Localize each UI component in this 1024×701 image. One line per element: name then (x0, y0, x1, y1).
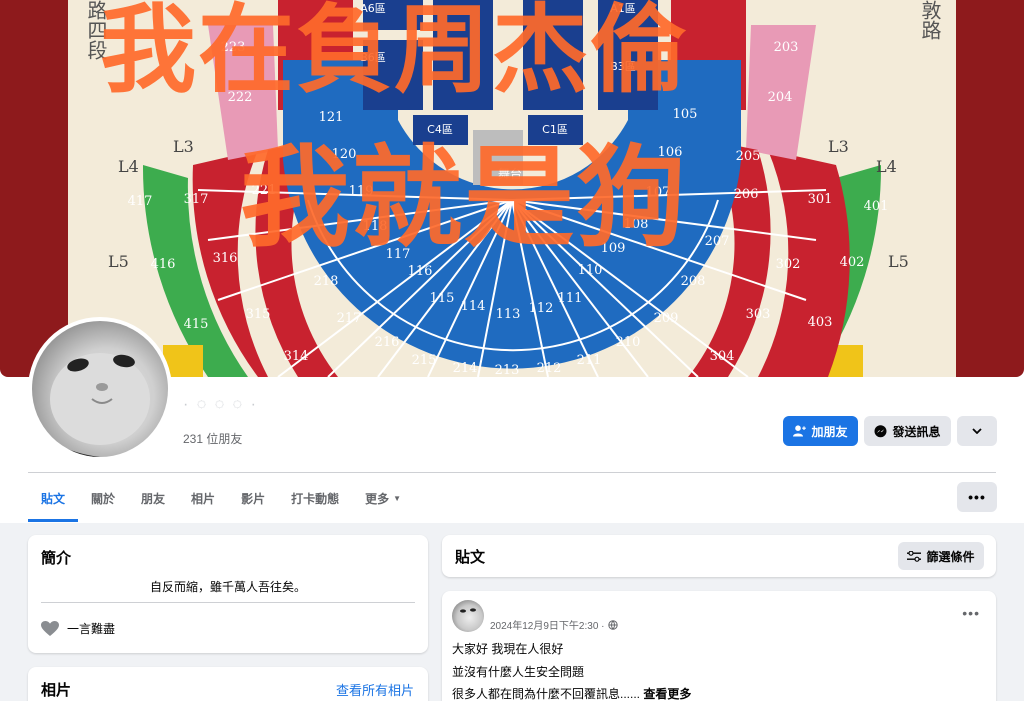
tab-more-label: 更多 (365, 491, 390, 506)
svg-text:315: 315 (246, 307, 271, 322)
relationship-status: 一言難盡 (67, 622, 116, 636)
caret-down-icon: ▼ (393, 493, 402, 503)
svg-text:416: 416 (151, 257, 176, 272)
intro-card: 簡介 自反而縮，雖千萬人吾往矣。 一言難盡 (28, 535, 428, 653)
intro-bio: 自反而縮，雖千萬人吾往矣。 (149, 580, 306, 594)
photos-title: 相片 (41, 682, 72, 699)
street-label-right: 敦路 (918, 0, 942, 40)
svg-text:203: 203 (774, 40, 799, 55)
filter-sliders-icon (907, 550, 922, 562)
svg-text:316: 316 (213, 251, 238, 266)
posts-header-card: 貼文 篩選條件 (442, 535, 996, 577)
svg-text:401: 401 (864, 199, 889, 214)
profile-name: · ◌ ◌ ◌ · (183, 396, 258, 413)
add-friend-button[interactable]: 加朋友 (783, 416, 858, 446)
add-friend-label: 加朋友 (811, 424, 848, 439)
svg-text:L3: L3 (173, 137, 194, 156)
svg-text:L3: L3 (828, 137, 849, 156)
tab-posts[interactable]: 貼文 (28, 474, 79, 522)
posts-title: 貼文 (455, 549, 486, 566)
profile-avatar[interactable] (28, 317, 172, 461)
svg-text:113: 113 (496, 307, 521, 322)
svg-text:L4: L4 (118, 157, 139, 176)
see-more-link[interactable]: 查看更多 (643, 687, 691, 701)
filter-label: 篩選條件 (926, 549, 975, 564)
svg-text:115: 115 (430, 291, 455, 306)
svg-text:209: 209 (654, 311, 679, 326)
tab-about[interactable]: 關於 (78, 474, 128, 522)
svg-text:111: 111 (558, 291, 583, 306)
post-time-text: 2024年12月9日下午2:30 · (490, 621, 605, 632)
svg-text:314: 314 (284, 349, 309, 364)
intro-divider (41, 602, 415, 603)
tab-more[interactable]: 更多 ▼ (352, 474, 414, 522)
svg-text:213: 213 (495, 363, 520, 377)
post-text-line-1: 大家好 我現在人很好 (452, 642, 564, 656)
svg-text:302: 302 (776, 257, 801, 272)
post-author-avatar[interactable] (452, 600, 484, 632)
cover-photo[interactable]: 317 316 315 314 218 217 216 215 214 213 212 211 21… (0, 0, 1024, 377)
svg-text:317: 317 (184, 192, 209, 207)
friends-count[interactable]: 231 位朋友 (183, 430, 242, 447)
add-person-icon (793, 425, 807, 437)
svg-text:212: 212 (537, 361, 562, 376)
messenger-icon (874, 424, 887, 437)
svg-text:415: 415 (184, 317, 209, 332)
cover-overlay-text-2: 我就是狗 (240, 134, 688, 262)
tab-videos[interactable]: 影片 (228, 474, 278, 522)
post-text-line-3: 很多人都在問為什麼不回覆訊息...... 查看更多 (452, 685, 691, 701)
svg-text:214: 214 (453, 361, 478, 376)
svg-text:417: 417 (128, 194, 153, 209)
svg-text:301: 301 (808, 192, 833, 207)
svg-text:112: 112 (529, 301, 554, 316)
globe-icon (607, 619, 618, 630)
profile-tabs: 貼文 關於 朋友 相片 影片 打卡動態 更多 ▼ (28, 474, 414, 522)
chevron-down-icon (972, 428, 982, 434)
svg-text:114: 114 (461, 299, 486, 314)
svg-text:211: 211 (577, 353, 602, 368)
filter-button[interactable]: 篩選條件 (898, 542, 984, 570)
svg-text:L4: L4 (876, 157, 897, 176)
svg-text:L5: L5 (888, 252, 909, 271)
svg-text:204: 204 (768, 90, 793, 105)
tab-checkins[interactable]: 打卡動態 (278, 474, 352, 522)
send-message-button[interactable]: 發送訊息 (864, 416, 951, 446)
svg-text:208: 208 (681, 274, 706, 289)
svg-text:303: 303 (746, 307, 771, 322)
see-all-photos-link[interactable]: 查看所有相片 (336, 680, 414, 699)
cat-face-icon (32, 353, 150, 457)
svg-text:216: 216 (375, 335, 400, 350)
svg-text:205: 205 (736, 149, 761, 164)
heart-icon (41, 620, 59, 636)
svg-text:215: 215 (412, 353, 437, 368)
cover-overlay-text-1: 我在負周杰倫 (100, 0, 688, 106)
svg-text:218: 218 (314, 274, 339, 289)
header-divider (28, 472, 996, 473)
tab-photos[interactable]: 相片 (178, 474, 228, 522)
cat-face-picture (32, 321, 168, 457)
svg-text:304: 304 (710, 349, 735, 364)
svg-text:403: 403 (808, 315, 833, 330)
more-dots-icon: ••• (968, 489, 986, 505)
post-text-line-2: 並沒有什麼人生安全問題 (452, 665, 585, 679)
send-message-label: 發送訊息 (892, 424, 941, 439)
cat-face-icon (460, 608, 476, 613)
post-options-button[interactable]: ••• (962, 605, 980, 621)
svg-text:L5: L5 (108, 252, 129, 271)
svg-text:206: 206 (734, 187, 759, 202)
post-text-line-3-content: 很多人都在問為什麼不回覆訊息...... (452, 687, 641, 701)
profile-more-button[interactable] (957, 416, 997, 446)
tab-friends[interactable]: 朋友 (128, 474, 178, 522)
svg-text:207: 207 (705, 234, 730, 249)
post-timestamp[interactable]: 2024年12月9日下午2:30 · (490, 617, 618, 632)
post-card: 2024年12月9日下午2:30 · ••• 大家好 我現在人很好 並沒有什麼人… (442, 591, 996, 701)
svg-text:217: 217 (337, 311, 362, 326)
relationship-row: 一言難盡 (41, 620, 115, 637)
svg-text:402: 402 (840, 255, 865, 270)
photos-card: 相片 查看所有相片 (28, 667, 428, 701)
tabs-more-options-button[interactable]: ••• (957, 482, 997, 512)
svg-text:210: 210 (616, 335, 641, 350)
intro-title: 簡介 (41, 550, 72, 567)
